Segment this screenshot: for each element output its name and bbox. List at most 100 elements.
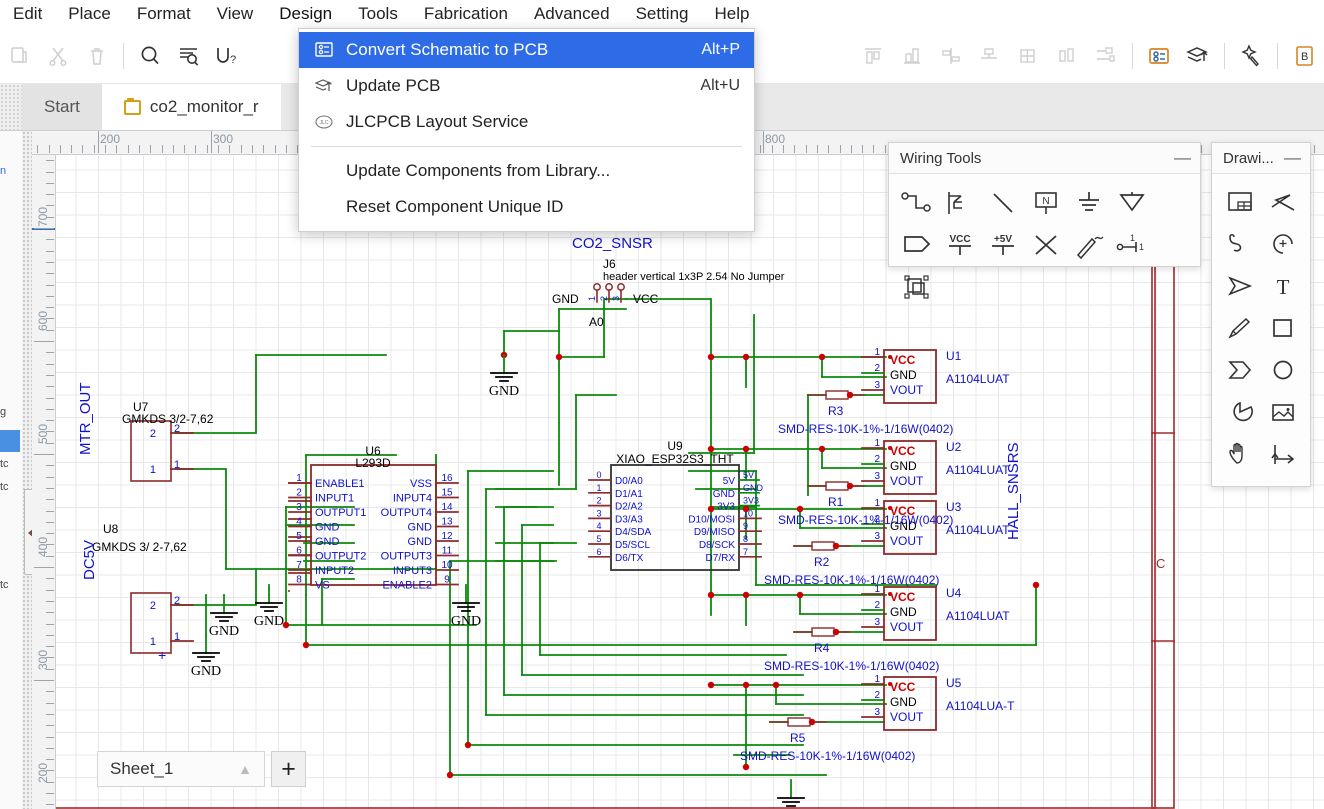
svg-text:D6/TX: D6/TX	[615, 553, 644, 564]
tab-project-label: co2_monitor_r	[149, 97, 259, 116]
bom-icon[interactable]: B	[1285, 36, 1324, 76]
svg-text:2: 2	[874, 363, 880, 374]
menu-item-view[interactable]: View	[204, 1, 267, 27]
svg-text:R2: R2	[814, 555, 830, 569]
menu-item-tools[interactable]: Tools	[345, 1, 411, 27]
search-icon[interactable]	[131, 36, 170, 76]
svg-text:5: 5	[596, 534, 601, 544]
magic-wand-icon[interactable]	[1232, 36, 1271, 76]
dimension-icon[interactable]	[1261, 433, 1304, 475]
hand-icon[interactable]	[1218, 433, 1261, 475]
update-pcb-menu-icon	[313, 75, 335, 97]
jlcpcb-icon: JLC	[313, 111, 335, 133]
left-selected-row[interactable]	[0, 430, 20, 452]
menu-item-help[interactable]: Help	[702, 1, 763, 27]
distribute-h-icon[interactable]	[1047, 36, 1086, 76]
chevron-up-icon[interactable]: ▲	[238, 761, 252, 777]
find-similar-icon[interactable]	[169, 36, 208, 76]
minimize-icon-drawing[interactable]: —	[1284, 149, 1301, 166]
unit-icon[interactable]: ?	[208, 36, 247, 76]
chevron-shape-icon[interactable]	[1218, 349, 1261, 391]
menu-item-place[interactable]: Place	[55, 1, 124, 27]
svg-text:VCC: VCC	[949, 234, 970, 245]
arc-icon[interactable]	[1261, 223, 1304, 265]
svg-text:R5: R5	[790, 731, 806, 745]
menu-update-pcb[interactable]: Update PCB Alt+U	[299, 68, 754, 104]
svg-text:1: 1	[174, 631, 180, 643]
tab-project[interactable]: co2_monitor_r	[101, 84, 281, 130]
bus-entry-icon[interactable]	[981, 182, 1024, 224]
circle-icon[interactable]	[1261, 349, 1304, 391]
update-pcb-icon[interactable]	[1178, 36, 1217, 76]
menu-item-setting[interactable]: Setting	[623, 1, 702, 27]
arrow-icon[interactable]	[1218, 265, 1261, 307]
menu-reset-component-unique-id[interactable]: Reset Component Unique ID	[299, 189, 754, 225]
spline-icon[interactable]	[1218, 223, 1261, 265]
vertical-ruler: 700 600 500 400 300 200	[32, 155, 56, 809]
svg-text:GMKDS 3/ 2-7,62: GMKDS 3/ 2-7,62	[92, 540, 187, 554]
design-menu-dropdown[interactable]: Convert Schematic to PCB Alt+P Update PC…	[298, 28, 755, 232]
drawing-tools-panel[interactable]: Drawi... — T	[1211, 142, 1311, 487]
distribute-v-icon[interactable]	[1086, 36, 1125, 76]
menu-item-advanced[interactable]: Advanced	[521, 1, 623, 27]
cut-icon[interactable]	[39, 36, 78, 76]
distribute-grid-icon[interactable]	[1009, 36, 1048, 76]
svg-text:A1104LUAT: A1104LUAT	[946, 523, 1010, 537]
align-hcenter-icon[interactable]	[970, 36, 1009, 76]
probe-icon[interactable]	[1067, 224, 1110, 266]
netlabel-icon[interactable]: N	[1024, 182, 1067, 224]
delete-icon[interactable]	[77, 36, 116, 76]
rectangle-icon[interactable]	[1261, 307, 1304, 349]
svg-text:3: 3	[874, 471, 880, 482]
polyline-icon[interactable]	[1261, 181, 1304, 223]
text-icon[interactable]: T	[1261, 265, 1304, 307]
menu-convert-schematic-to-pcb[interactable]: Convert Schematic to PCB Alt+P	[299, 32, 754, 68]
svg-text:U2: U2	[946, 440, 962, 454]
menu-item-design[interactable]: Design	[266, 1, 346, 27]
svg-text:5V: 5V	[723, 476, 736, 487]
convert-to-pcb-icon[interactable]	[1139, 36, 1178, 76]
pencil-icon[interactable]	[1218, 307, 1261, 349]
netport-icon[interactable]	[895, 224, 938, 266]
group-icon[interactable]	[895, 266, 938, 308]
menu-update-components-from-library[interactable]: Update Components from Library...	[299, 153, 754, 189]
wiring-tools-panel[interactable]: Wiring Tools — N VCC +5V 1 1	[888, 142, 1201, 299]
add-sheet-button[interactable]: +	[271, 751, 306, 787]
svg-text:N: N	[1042, 196, 1049, 207]
menu-item-edit[interactable]: Edit	[0, 1, 55, 27]
tab-start[interactable]: Start	[22, 84, 102, 130]
netport-gnd-icon[interactable]	[1067, 182, 1110, 224]
align-vcenter-icon[interactable]	[931, 36, 970, 76]
minimize-icon[interactable]: —	[1174, 149, 1191, 166]
svg-text:D3/A3: D3/A3	[615, 514, 643, 525]
sheet-tab-sheet1[interactable]: Sheet_1 ▲	[97, 751, 265, 787]
pin-icon[interactable]: 11	[1110, 224, 1153, 266]
align-bottom-icon[interactable]	[893, 36, 932, 76]
svg-text:D0/A0: D0/A0	[615, 476, 643, 487]
menu-jlcpcb-layout-service[interactable]: JLC JLCPCB Layout Service	[299, 104, 754, 140]
svg-text:INPUT1: INPUT1	[315, 493, 354, 505]
align-top-icon[interactable]	[854, 36, 893, 76]
vcc-icon[interactable]: VCC	[938, 224, 981, 266]
plus5v-icon[interactable]: +5V	[981, 224, 1024, 266]
svg-text:5V: 5V	[743, 470, 754, 480]
menu-item-format[interactable]: Format	[124, 1, 204, 27]
menu-item-fabrication[interactable]: Fabrication	[411, 1, 521, 27]
svg-text:?: ?	[230, 54, 236, 66]
no-connect-icon[interactable]	[1024, 224, 1067, 266]
frame-icon[interactable]	[1218, 181, 1261, 223]
svg-text:16: 16	[441, 473, 453, 484]
svg-text:T: T	[1276, 275, 1289, 299]
svg-text:1: 1	[587, 296, 597, 301]
image-icon[interactable]	[1261, 391, 1304, 433]
svg-text:D7/RX: D7/RX	[706, 553, 736, 564]
svg-text:6: 6	[296, 546, 302, 557]
bus-tool-icon[interactable]	[938, 182, 981, 224]
svg-text:1: 1	[1130, 233, 1135, 243]
pie-icon[interactable]	[1218, 391, 1261, 433]
svg-text:OUTPUT1: OUTPUT1	[315, 507, 366, 519]
copy-icon[interactable]	[0, 36, 39, 76]
wire-tool-icon[interactable]	[895, 182, 938, 224]
netflag-icon[interactable]	[1110, 182, 1153, 224]
tab-strip-gutter	[0, 84, 22, 130]
